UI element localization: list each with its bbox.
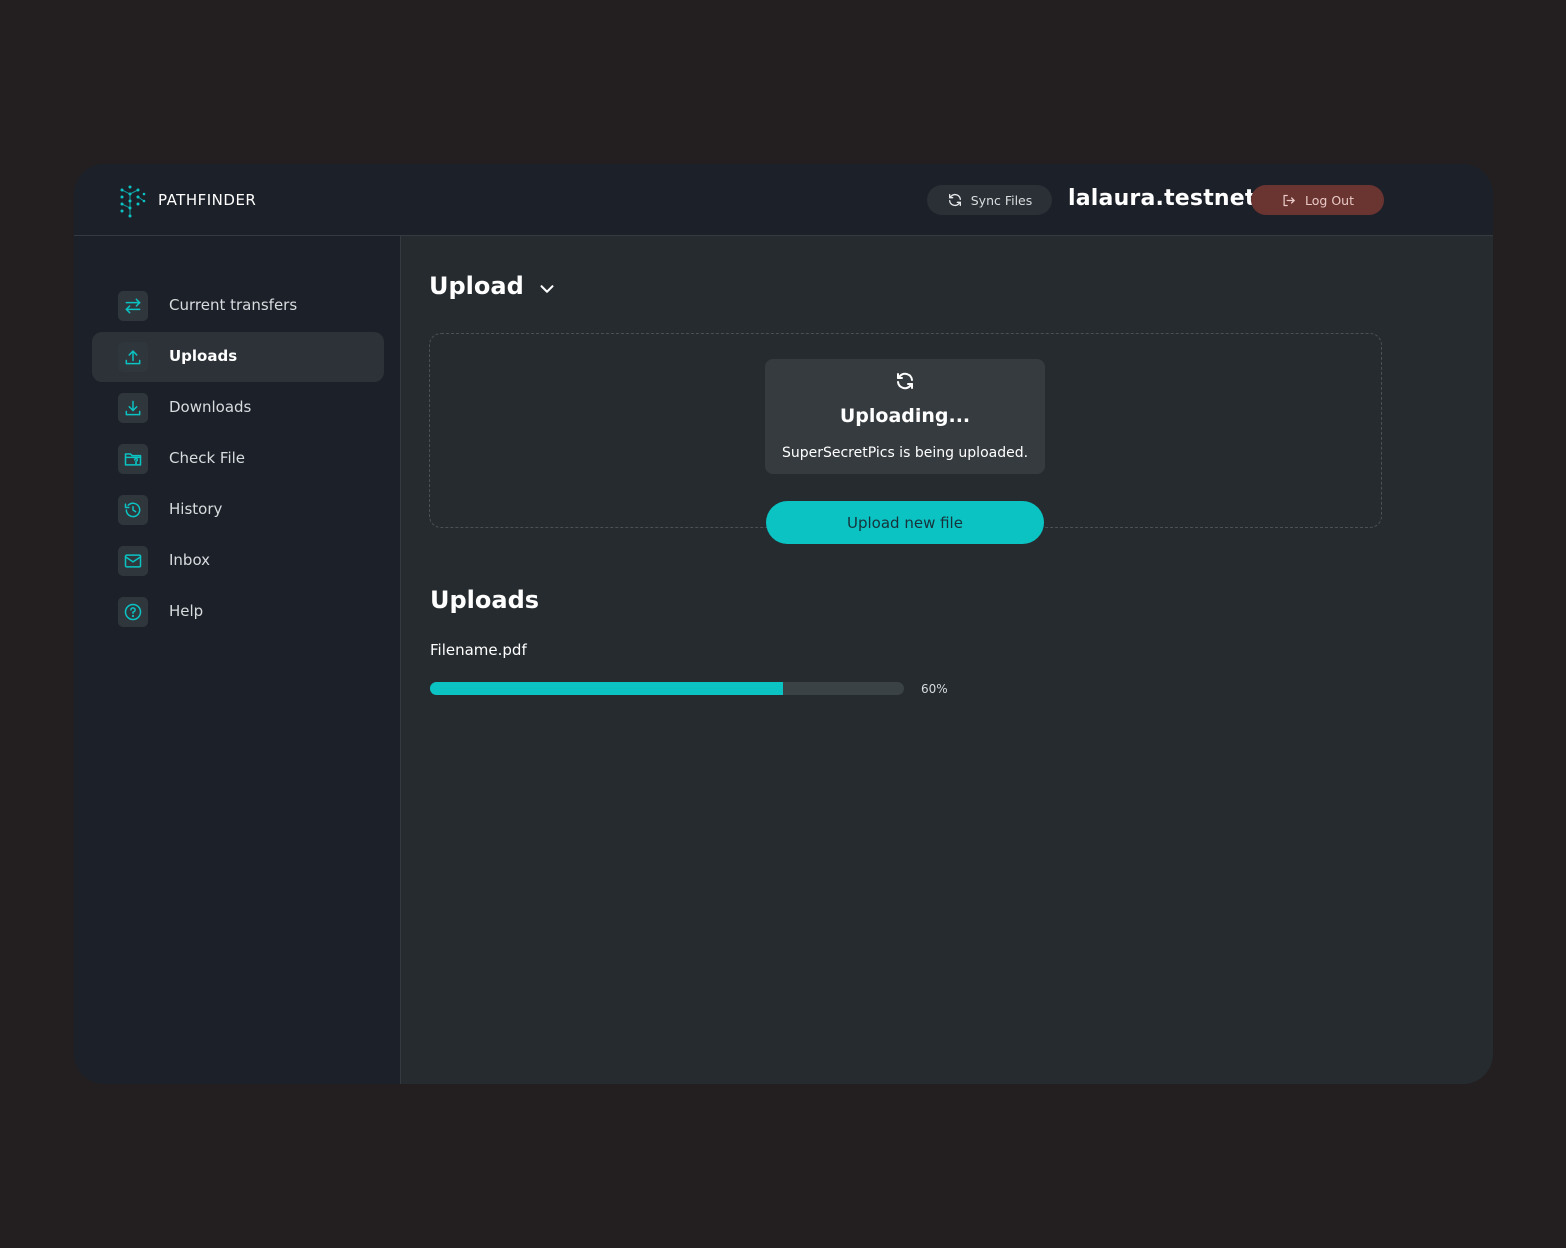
sidebar-item-label: Inbox — [169, 551, 211, 569]
sidebar-item-label: Check File — [169, 449, 246, 467]
sidebar-item-help[interactable]: Help — [92, 587, 384, 637]
sidebar: Current transfers Uploads Downloads Chec… — [74, 236, 401, 1084]
upload-progress-percent: 60% — [921, 682, 948, 696]
chevron-down-icon[interactable] — [536, 278, 558, 300]
main-content: Upload Uploading... SuperSecretPics is b… — [402, 236, 1493, 1084]
sidebar-item-label: History — [169, 500, 223, 518]
help-icon — [124, 603, 142, 621]
sidebar-item-downloads[interactable]: Downloads — [92, 383, 384, 433]
nav-icon-box — [118, 291, 148, 321]
nav-icon-box — [118, 342, 148, 372]
status-title: Uploading... — [839, 405, 971, 427]
sync-files-label: Sync Files — [970, 192, 1033, 208]
log-out-button[interactable]: Log Out — [1251, 185, 1384, 215]
nav-icon-box — [118, 444, 148, 474]
download-icon — [125, 400, 141, 416]
app-name: PATHFINDER — [158, 191, 257, 209]
transfer-arrows-icon — [125, 298, 141, 314]
account-name: lalaura.testnet — [1068, 186, 1256, 211]
sidebar-item-label: Downloads — [169, 398, 252, 416]
upload-progress-bar — [430, 682, 904, 695]
nav-icon-box — [118, 393, 148, 423]
upload-file-name: Filename.pdf — [430, 641, 527, 659]
sidebar-item-label: Current transfers — [169, 296, 298, 314]
log-out-label: Log Out — [1305, 192, 1354, 208]
sidebar-item-history[interactable]: History — [92, 485, 384, 535]
sidebar-item-current-transfers[interactable]: Current transfers — [92, 281, 384, 331]
upload-progress-fill — [430, 682, 784, 695]
sidebar-item-inbox[interactable]: Inbox — [92, 536, 384, 586]
sync-icon — [948, 193, 961, 207]
nav-icon-box — [118, 597, 148, 627]
folder-question-icon — [124, 453, 142, 466]
upload-section-title: Upload — [429, 272, 524, 300]
mail-icon — [124, 554, 142, 568]
nav-icon-box — [118, 546, 148, 576]
app-window: PATHFINDER Sync Files lalaura.testnet Lo… — [74, 164, 1493, 1084]
top-header: PATHFINDER Sync Files lalaura.testnet Lo… — [74, 164, 1493, 236]
sidebar-item-check-file[interactable]: Check File — [92, 434, 384, 484]
sidebar-item-label: Uploads — [169, 347, 238, 365]
sidebar-item-label: Help — [169, 602, 204, 620]
status-message: SuperSecretPics is being uploaded. — [781, 445, 1029, 461]
logout-icon — [1283, 194, 1295, 206]
upload-icon — [125, 350, 141, 365]
sync-files-button[interactable]: Sync Files — [927, 185, 1052, 215]
upload-new-file-button[interactable]: Upload new file — [766, 501, 1044, 544]
history-icon — [124, 502, 141, 518]
uploads-list-title: Uploads — [430, 586, 540, 614]
sync-icon — [897, 372, 913, 390]
upload-status-card: Uploading... SuperSecretPics is being up… — [765, 359, 1045, 474]
sidebar-item-uploads[interactable]: Uploads — [92, 332, 384, 382]
pathfinder-logo-icon — [120, 185, 146, 218]
nav-icon-box — [118, 495, 148, 525]
